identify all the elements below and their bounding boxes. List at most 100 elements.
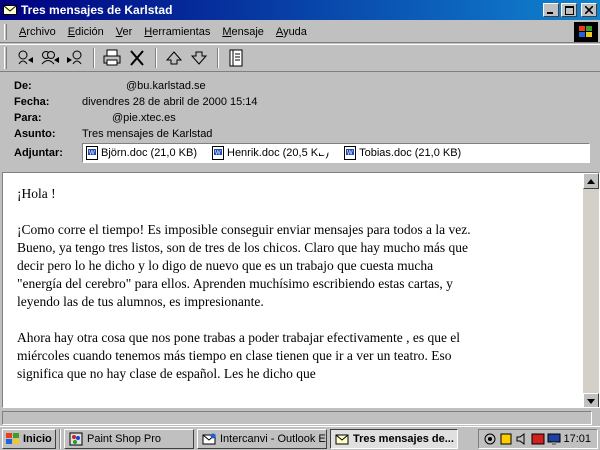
attachment-item[interactable]: W Tobias.doc (21,0 KB): [343, 146, 461, 160]
toolbar: [0, 44, 600, 72]
attachment-name: Tobias.doc (21,0 KB): [359, 147, 462, 159]
subject-value: Tres mensajes de Karlstad: [82, 127, 213, 140]
previous-icon: [165, 51, 183, 65]
to-label: Para:: [14, 111, 42, 124]
mail-message-icon: [3, 3, 17, 17]
date-row: Fecha: divendres 28 de abril de 2000 15:…: [14, 94, 258, 109]
mouse-cursor: [318, 144, 329, 155]
taskbar-separator: [59, 428, 61, 449]
message-text: ¡Hola ! ¡Como corre el tiempo! Es imposi…: [17, 185, 477, 401]
message-body[interactable]: ¡Hola ! ¡Como corre el tiempo! Es imposi…: [2, 172, 600, 408]
forward-button[interactable]: [63, 47, 87, 69]
maximize-icon: [564, 5, 574, 15]
taskbar: Inicio Paint Shop Pro Intercanvi - Outlo…: [0, 426, 600, 450]
date-value: divendres 28 de abril de 2000 15:14: [82, 95, 258, 108]
menu-ver[interactable]: Ver: [110, 26, 139, 38]
task-label: Intercanvi - Outlook E...: [220, 432, 327, 445]
close-icon: [585, 6, 593, 14]
arrow-down-icon: [587, 398, 595, 404]
system-tray: 17:01: [478, 429, 598, 449]
word-document-icon: W: [86, 146, 98, 160]
print-button[interactable]: [100, 47, 124, 69]
volume-icon[interactable]: [515, 432, 529, 446]
menu-herramientas[interactable]: Herramientas: [138, 26, 216, 38]
menu-archivo[interactable]: Archivo: [13, 26, 62, 38]
next-button[interactable]: [187, 47, 211, 69]
status-panel: [2, 410, 592, 425]
windows-flag-icon: [6, 432, 19, 444]
body-paragraph: Ahora hay otra cosa que nos pone trabas …: [17, 330, 461, 381]
task-tres-mensajes[interactable]: Tres mensajes de...: [330, 428, 458, 449]
close-button[interactable]: [581, 3, 597, 17]
menu-grip[interactable]: [4, 23, 7, 40]
toolbar-separator: [93, 48, 95, 68]
word-document-icon: W: [344, 146, 357, 160]
to-value[interactable]: @pie.xtec.es: [112, 112, 176, 124]
from-value[interactable]: @bu.karlstad.se: [126, 80, 206, 92]
attachment-name: Björn.doc (21,0 KB): [101, 147, 197, 159]
attach-row: Adjuntar:: [14, 145, 82, 160]
maximize-button[interactable]: [561, 3, 577, 17]
previous-button[interactable]: [162, 47, 186, 69]
attach-label: Adjuntar:: [14, 146, 63, 159]
menu-edicion[interactable]: Edición: [62, 26, 110, 38]
svg-text:W: W: [347, 150, 353, 156]
from-row: De: @bu.karlstad.se: [14, 78, 206, 93]
reply-button[interactable]: [13, 47, 37, 69]
word-document-icon: W: [212, 146, 224, 160]
subject-row: Asunto: Tres mensajes de Karlstad: [14, 126, 212, 141]
scroll-down-button[interactable]: [583, 393, 599, 407]
start-button[interactable]: Inicio: [2, 428, 56, 449]
paint-shop-pro-icon: [69, 432, 83, 445]
forward-icon: [67, 50, 82, 65]
status-bar: [0, 409, 600, 426]
agent-icon[interactable]: [499, 432, 513, 446]
minimize-button[interactable]: [543, 3, 559, 17]
display-icon[interactable]: [547, 432, 561, 446]
svg-text:W: W: [89, 150, 95, 156]
task-paint-shop-pro[interactable]: Paint Shop Pro: [64, 428, 194, 449]
address-book-button[interactable]: [224, 47, 248, 69]
toolbar-grip[interactable]: [4, 47, 7, 69]
date-label: Fecha:: [14, 95, 50, 108]
toolbar-separator: [155, 48, 157, 68]
reply-all-icon: [41, 51, 59, 65]
antivirus-icon[interactable]: [531, 432, 545, 446]
windows-logo-icon: [574, 22, 598, 42]
outlook-express-icon: [202, 433, 216, 444]
network-icon[interactable]: [483, 432, 497, 446]
task-outlook-express[interactable]: Intercanvi - Outlook E...: [197, 428, 327, 449]
mail-message-icon: [335, 434, 349, 444]
window-title: Tres mensajes de Karlstad: [21, 3, 173, 17]
svg-text:W: W: [215, 150, 221, 156]
task-label: Tres mensajes de...: [353, 432, 454, 445]
menu-bar: Archivo Edición Ver Herramientas Mensaje…: [0, 21, 600, 43]
vertical-scrollbar[interactable]: [583, 173, 599, 407]
subject-label: Asunto:: [14, 127, 56, 140]
attachment-item[interactable]: W Henrik.doc (20,5 KB): [211, 146, 329, 160]
scroll-up-button[interactable]: [583, 173, 599, 189]
title-bar[interactable]: Tres mensajes de Karlstad: [0, 0, 600, 20]
delete-icon: [130, 50, 144, 66]
attachments-box: W Björn.doc (21,0 KB) W Henrik.doc (20,5…: [82, 143, 590, 163]
clock[interactable]: 17:01: [563, 433, 591, 445]
greeting: ¡Hola !: [17, 186, 56, 201]
message-header: De: @bu.karlstad.se Fecha: divendres 28 …: [0, 73, 600, 170]
next-icon: [190, 51, 208, 65]
attachment-item[interactable]: W Björn.doc (21,0 KB): [85, 146, 197, 160]
reply-icon: [18, 50, 33, 65]
menu-mensaje[interactable]: Mensaje: [216, 26, 270, 38]
arrow-up-icon: [587, 178, 595, 184]
address-book-icon: [229, 49, 243, 67]
menu-ayuda[interactable]: Ayuda: [270, 26, 313, 38]
attachment-name: Henrik.doc (20,5 KB): [227, 147, 330, 159]
minimize-icon: [547, 12, 553, 14]
task-label: Paint Shop Pro: [87, 432, 161, 445]
toolbar-separator: [217, 48, 219, 68]
body-paragraph: ¡Como corre el tiempo! Es imposible cons…: [17, 222, 471, 309]
to-row: Para: @pie.xtec.es: [14, 110, 176, 125]
print-icon: [103, 49, 121, 66]
from-label: De:: [14, 79, 32, 92]
delete-button[interactable]: [125, 47, 149, 69]
reply-all-button[interactable]: [38, 47, 62, 69]
